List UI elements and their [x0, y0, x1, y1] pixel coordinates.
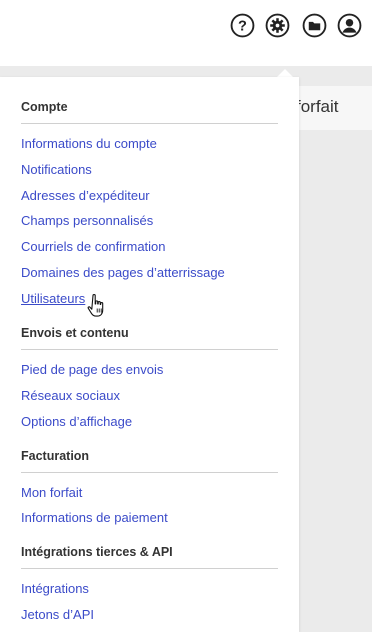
plan-label: forfait — [296, 97, 339, 116]
settings-dropdown-menu: Compte Informations du compte Notificati… — [0, 77, 299, 632]
menu-item-pied-de-page-des-envois[interactable]: Pied de page des envois — [21, 362, 163, 377]
folder-icon[interactable] — [302, 13, 327, 38]
divider — [21, 472, 278, 473]
hand-cursor-icon — [87, 294, 104, 317]
menu-item-informations-de-paiement[interactable]: Informations de paiement — [21, 510, 168, 525]
divider — [21, 349, 278, 350]
menu-item-jetons-api[interactable]: Jetons d’API — [21, 607, 94, 622]
menu-item-utilisateurs[interactable]: Utilisateurs — [21, 291, 85, 306]
svg-text:?: ? — [238, 19, 247, 35]
section-title-compte: Compte — [21, 100, 68, 114]
menu-item-adresses-expediteur[interactable]: Adresses d’expéditeur — [21, 188, 150, 203]
user-icon[interactable] — [337, 13, 362, 38]
menu-item-options-affichage[interactable]: Options d’affichage — [21, 414, 132, 429]
menu-item-domaines-pages-atterrissage[interactable]: Domaines des pages d’atterrissage — [21, 265, 225, 280]
section-title-facturation: Facturation — [21, 449, 90, 463]
section-title-integrations-tierces-api: Intégrations tierces & API — [21, 545, 173, 559]
divider — [21, 123, 278, 124]
menu-item-champs-personnalises[interactable]: Champs personnalisés — [21, 213, 153, 228]
menu-item-mon-forfait[interactable]: Mon forfait — [21, 485, 82, 500]
top-bar: ? — [0, 0, 372, 66]
menu-item-informations-du-compte[interactable]: Informations du compte — [21, 136, 157, 151]
divider — [21, 568, 278, 569]
gear-icon[interactable] — [265, 13, 290, 38]
section-title-envois-et-contenu: Envois et contenu — [21, 326, 129, 340]
menu-item-courriels-de-confirmation[interactable]: Courriels de confirmation — [21, 239, 166, 254]
help-icon[interactable]: ? — [230, 13, 255, 38]
menu-item-notifications[interactable]: Notifications — [21, 162, 92, 177]
menu-item-integrations[interactable]: Intégrations — [21, 581, 89, 596]
menu-item-reseaux-sociaux[interactable]: Réseaux sociaux — [21, 388, 120, 403]
